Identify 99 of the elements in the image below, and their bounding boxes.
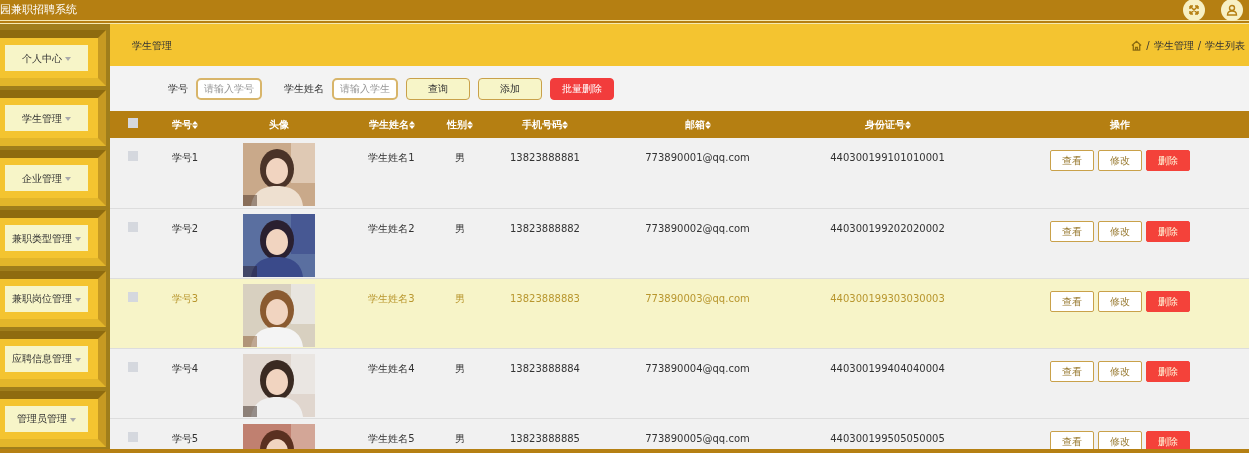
table-cell: 学号2: [171, 222, 199, 234]
user-icon[interactable]: [1221, 0, 1243, 21]
table-cell: 学生姓名1: [368, 152, 415, 163]
row-action-button[interactable]: 查看: [1049, 220, 1094, 242]
column-header[interactable]: 手机号码: [522, 119, 562, 130]
row-checkbox[interactable]: [127, 361, 138, 372]
table-cell: 男: [455, 362, 465, 374]
sidebar-item[interactable]: 企业管理: [5, 165, 88, 192]
table-cell: 773890001@qq.com: [645, 152, 750, 163]
row-action-button[interactable]: 查看: [1049, 360, 1094, 382]
sort-icon[interactable]: [704, 121, 711, 129]
column-header[interactable]: 学生姓名: [368, 119, 409, 130]
select-all-checkbox[interactable]: [127, 118, 138, 128]
row-action-button[interactable]: 删除: [1145, 150, 1190, 171]
sidebar-item[interactable]: 兼职岗位管理: [5, 285, 88, 312]
table-cell: 学号4: [171, 362, 199, 374]
sidebar-item[interactable]: 个人中心: [5, 45, 88, 72]
table-row[interactable]: 学号1 学生姓名1 男 13823888881 773890001@qq.com 440300199101010001 查看 修改 删除: [110, 138, 1249, 208]
caret-icon: [75, 297, 82, 302]
field-label: 学生姓名: [284, 82, 324, 96]
toolbar-button[interactable]: 批量删除: [550, 77, 614, 100]
table-cell: 13823888882: [510, 222, 580, 234]
row-action-button[interactable]: 删除: [1145, 290, 1190, 312]
table-cell: 13823888883: [510, 292, 580, 304]
table-cell: 13823888884: [510, 362, 580, 374]
table-cell: 学号5: [171, 432, 199, 444]
column-header: 操作: [1109, 119, 1130, 130]
row-checkbox[interactable]: [127, 221, 138, 232]
table-cell: 男: [455, 152, 465, 163]
table-row[interactable]: 学号3 学生姓名3 男 13823888883 773890003@qq.com 440300199303030003 查看 修改 删除: [110, 278, 1249, 348]
column-header[interactable]: 邮箱: [684, 119, 705, 130]
table-cell: 学生姓名3: [368, 292, 415, 304]
caret-icon: [65, 177, 72, 182]
search-field[interactable]: 请输入学号: [196, 77, 262, 100]
table-cell: 13823888881: [510, 152, 580, 163]
table-cell: 773890002@qq.com: [645, 222, 750, 234]
sort-icon[interactable]: [904, 121, 911, 129]
column-header[interactable]: 身份证号: [864, 119, 905, 130]
row-action-button[interactable]: 删除: [1145, 220, 1190, 242]
table-cell: 学号3: [171, 292, 199, 304]
table-cell: 440300199505050005: [830, 432, 945, 444]
table-cell: 学号1: [171, 152, 199, 163]
row-action-button[interactable]: 查看: [1049, 290, 1094, 312]
table-cell: 男: [455, 432, 465, 444]
table-cell: 773890003@qq.com: [645, 292, 750, 304]
breadcrumb-separator: /: [1146, 38, 1150, 53]
table-row[interactable]: 学号4 学生姓名4 男 13823888884 773890004@qq.com 440300199404040004 查看 修改 删除: [110, 348, 1249, 418]
table-cell: 440300199303030003: [830, 292, 945, 304]
page-title: 学生管理: [132, 38, 172, 53]
row-checkbox[interactable]: [127, 151, 138, 161]
sort-icon[interactable]: [562, 121, 568, 129]
row-action-button[interactable]: 删除: [1145, 430, 1190, 449]
sort-icon[interactable]: [192, 121, 198, 129]
table-cell: 学生姓名2: [368, 222, 415, 234]
table-cell: 440300199202020002: [830, 222, 945, 234]
row-checkbox[interactable]: [127, 431, 138, 442]
row-action-button[interactable]: 查看: [1049, 430, 1094, 449]
table-cell: 学生姓名4: [368, 362, 415, 374]
row-action-button[interactable]: 修改: [1097, 290, 1142, 312]
row-action-button[interactable]: 删除: [1145, 360, 1190, 382]
table-cell: 773890005@qq.com: [645, 432, 750, 444]
sort-icon[interactable]: [408, 121, 415, 129]
table-cell: 440300199404040004: [830, 362, 945, 374]
breadcrumb-item[interactable]: 学生管理: [1153, 37, 1194, 53]
table-cell: 男: [455, 292, 465, 304]
sidebar-item[interactable]: 兼职类型管理: [5, 225, 88, 252]
sidebar-item[interactable]: 管理员管理: [5, 405, 88, 432]
breadcrumb-item[interactable]: 学生列表: [1205, 37, 1245, 53]
caret-icon: [75, 237, 82, 242]
search-field[interactable]: 请输入学生: [332, 77, 398, 100]
row-action-button[interactable]: 修改: [1097, 150, 1142, 171]
home-icon[interactable]: [1131, 39, 1143, 51]
fullscreen-icon[interactable]: [1183, 0, 1205, 21]
column-header[interactable]: 学号: [172, 119, 192, 130]
caret-icon: [65, 117, 72, 122]
row-action-button[interactable]: 查看: [1049, 150, 1094, 171]
toolbar-button[interactable]: 添加: [478, 77, 542, 100]
table-cell: 男: [455, 222, 465, 234]
toolbar-button[interactable]: 查询: [406, 77, 470, 100]
column-header: 头像: [269, 119, 289, 130]
table-cell: 13823888885: [510, 432, 580, 444]
table-cell: 学生姓名5: [368, 432, 415, 444]
table-row[interactable]: 学号2 学生姓名2 男 13823888882 773890002@qq.com 440300199202020002 查看 修改 删除: [110, 208, 1249, 278]
row-action-button[interactable]: 修改: [1097, 220, 1142, 242]
row-action-button[interactable]: 修改: [1097, 430, 1142, 449]
table-cell: 440300199101010001: [830, 152, 945, 163]
table-cell: 773890004@qq.com: [645, 362, 750, 374]
row-checkbox[interactable]: [127, 291, 138, 302]
field-label: 学号: [168, 82, 188, 96]
row-action-button[interactable]: 修改: [1097, 360, 1142, 382]
table-row[interactable]: 学号5 学生姓名5 男 13823888885 773890005@qq.com 440300199505050005 查看 修改 删除: [110, 418, 1249, 449]
caret-icon: [65, 57, 72, 62]
sidebar-item[interactable]: 应聘信息管理: [5, 345, 88, 372]
app-title: 园兼职招聘系统: [0, 1, 77, 18]
caret-icon: [75, 357, 82, 362]
breadcrumb-separator: /: [1197, 38, 1201, 53]
sidebar-item[interactable]: 学生管理: [5, 105, 88, 132]
sort-icon[interactable]: [467, 121, 473, 129]
caret-icon: [70, 417, 77, 422]
